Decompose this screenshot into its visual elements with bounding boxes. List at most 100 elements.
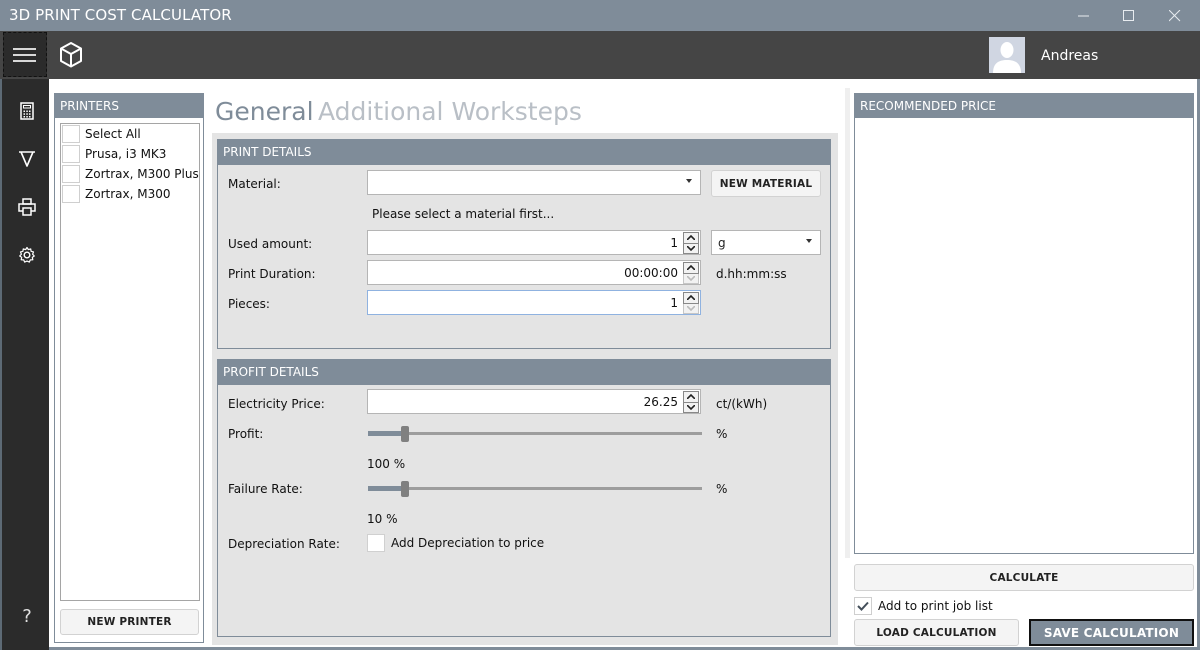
- spin-down-button[interactable]: [683, 273, 699, 284]
- print-details-group: PRINT DETAILS Material: NEW MATERIAL Ple…: [217, 139, 831, 349]
- print-duration-input[interactable]: 00:00:00: [367, 260, 701, 285]
- pieces-value: 1: [670, 296, 678, 310]
- electricity-unit: ct/(kWh): [716, 397, 768, 411]
- print-details-header: PRINT DETAILS: [218, 140, 830, 165]
- electricity-price-input[interactable]: 26.25: [367, 389, 701, 414]
- chevron-down-icon: [686, 179, 692, 183]
- maximize-button[interactable]: [1106, 0, 1152, 31]
- new-material-button[interactable]: NEW MATERIAL: [711, 170, 821, 197]
- slider-thumb[interactable]: [401, 481, 409, 497]
- profit-value: 100 %: [367, 457, 406, 471]
- close-icon: [1169, 9, 1181, 21]
- window-title: 3D PRINT COST CALCULATOR: [9, 6, 232, 24]
- printer-item[interactable]: Prusa, i3 MK3: [61, 144, 199, 164]
- pieces-spinner[interactable]: [683, 292, 699, 314]
- electricity-price-label: Electricity Price:: [228, 397, 325, 411]
- user-name[interactable]: Andreas: [1041, 48, 1098, 64]
- checkbox[interactable]: [62, 125, 80, 143]
- used-amount-input[interactable]: 1: [367, 230, 701, 255]
- slider-fill: [368, 486, 401, 491]
- title-bar: 3D PRINT COST CALCULATOR: [0, 0, 1200, 31]
- material-select[interactable]: [367, 170, 701, 195]
- pieces-input[interactable]: 1: [367, 290, 701, 315]
- calculate-button[interactable]: CALCULATE: [854, 564, 1194, 591]
- unit-select[interactable]: g: [711, 230, 821, 255]
- recommended-price-panel: RECOMMENDED PRICE: [854, 93, 1194, 554]
- slider-thumb[interactable]: [401, 426, 409, 442]
- hamburger-icon: [13, 47, 36, 62]
- spin-up-button[interactable]: [683, 232, 699, 244]
- used-amount-value: 1: [670, 236, 678, 250]
- printer-item-label: Zortrax, M300 Plus: [85, 167, 199, 181]
- minimize-button[interactable]: [1061, 0, 1107, 31]
- slider-track: [368, 432, 702, 435]
- nozzle-icon: [19, 151, 35, 167]
- tab-general[interactable]: General: [215, 97, 314, 126]
- spin-down-button[interactable]: [683, 243, 699, 254]
- depreciation-checkbox-label: Add Depreciation to price: [391, 536, 545, 550]
- chevron-down-icon: [687, 404, 695, 410]
- load-calculation-button[interactable]: LOAD CALCULATION: [854, 619, 1019, 646]
- save-calculation-button[interactable]: SAVE CALCULATION: [1029, 619, 1194, 646]
- spin-up-button[interactable]: [683, 262, 699, 274]
- printer-item-select-all[interactable]: Select All: [61, 124, 199, 144]
- right-panel-scrollbar[interactable]: [845, 88, 850, 558]
- spin-up-button[interactable]: [683, 292, 699, 304]
- slider-track: [368, 487, 702, 490]
- printer-item-label: Select All: [85, 127, 141, 141]
- chevron-down-icon: [687, 275, 695, 281]
- used-amount-label: Used amount:: [228, 237, 313, 251]
- printer-item[interactable]: Zortrax, M300 Plus: [61, 164, 199, 184]
- add-to-job-list-label: Add to print job list: [878, 599, 993, 613]
- calculator-icon: [20, 102, 34, 120]
- checkbox[interactable]: [854, 597, 872, 615]
- nav-settings[interactable]: [15, 243, 39, 267]
- nav-materials[interactable]: [15, 147, 39, 171]
- maximize-icon: [1123, 9, 1134, 21]
- navigation-rail: ?: [0, 79, 49, 650]
- material-hint: Please select a material first...: [372, 207, 555, 221]
- close-button[interactable]: [1152, 0, 1198, 31]
- failure-rate-value: 10 %: [367, 512, 398, 526]
- chevron-up-icon: [687, 265, 695, 271]
- profit-details-header: PROFIT DETAILS: [218, 360, 830, 385]
- new-printer-button[interactable]: NEW PRINTER: [60, 609, 199, 635]
- checkbox[interactable]: [62, 185, 80, 203]
- used-amount-spinner[interactable]: [683, 232, 699, 254]
- checkbox[interactable]: [367, 534, 385, 552]
- printer-item[interactable]: Zortrax, M300: [61, 184, 199, 204]
- gear-icon: [19, 246, 35, 263]
- tab-additional-worksteps[interactable]: Additional Worksteps: [318, 97, 582, 126]
- checkbox[interactable]: [62, 165, 80, 183]
- printer-item-label: Prusa, i3 MK3: [85, 147, 167, 161]
- add-to-job-list-checkbox[interactable]: Add to print job list: [854, 597, 993, 615]
- avatar[interactable]: [989, 37, 1025, 73]
- chevron-up-icon: [687, 394, 695, 400]
- profit-details-group: PROFIT DETAILS Electricity Price: 26.25 …: [217, 359, 831, 637]
- depreciation-rate-label: Depreciation Rate:: [228, 537, 340, 551]
- menu-button[interactable]: [3, 32, 47, 77]
- help-icon: ?: [22, 605, 32, 627]
- pieces-label: Pieces:: [228, 297, 270, 311]
- spin-down-button[interactable]: [683, 303, 699, 314]
- failure-rate-slider[interactable]: [368, 481, 702, 497]
- electricity-price-spinner[interactable]: [683, 391, 699, 413]
- general-tab-content: PRINT DETAILS Material: NEW MATERIAL Ple…: [212, 133, 838, 645]
- help-button[interactable]: ?: [15, 604, 39, 628]
- electricity-price-value: 26.25: [643, 395, 678, 409]
- profit-label: Profit:: [228, 427, 264, 441]
- failure-rate-label: Failure Rate:: [228, 482, 303, 496]
- print-duration-label: Print Duration:: [228, 267, 316, 281]
- profit-slider[interactable]: [368, 426, 702, 442]
- duration-format: d.hh:mm:ss: [716, 267, 787, 281]
- checkbox[interactable]: [62, 145, 80, 163]
- cube-icon: [60, 42, 82, 68]
- printers-panel: PRINTERS Select All Prusa, i3 MK3 Zortra…: [54, 93, 204, 643]
- spin-up-button[interactable]: [683, 391, 699, 403]
- spin-down-button[interactable]: [683, 402, 699, 413]
- nav-printers[interactable]: [15, 195, 39, 219]
- depreciation-checkbox[interactable]: Add Depreciation to price: [367, 534, 544, 552]
- print-duration-spinner[interactable]: [683, 262, 699, 284]
- printer-item-label: Zortrax, M300: [85, 187, 171, 201]
- nav-calculator[interactable]: [15, 99, 39, 123]
